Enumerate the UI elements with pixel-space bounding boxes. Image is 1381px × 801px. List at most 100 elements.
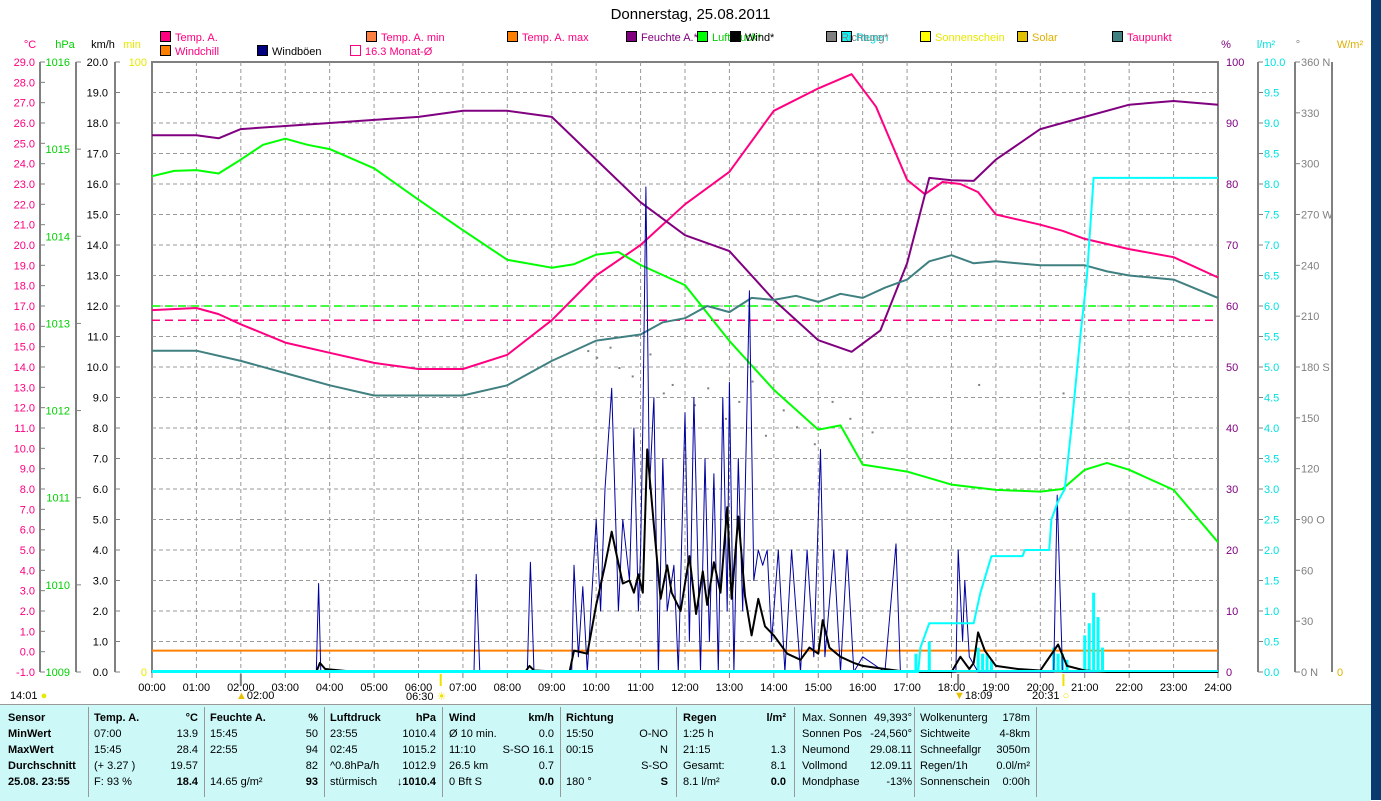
temp-tick-label: 8.0 — [20, 484, 35, 496]
stats-row: 02:45 1015.2 — [330, 742, 436, 758]
stats-row: (+ 3.27 ) 19.57 — [94, 758, 198, 774]
wind-tick-label: 17.0 — [87, 149, 108, 161]
stats-value: 29.08.11 — [869, 744, 912, 756]
x-tick-label: 01:00 — [183, 682, 211, 694]
stats-value: 13.9 — [176, 728, 198, 740]
temp-tick-label: 11.0 — [14, 423, 35, 435]
humidity-tick-label: 0 — [1226, 667, 1232, 679]
stats-value: N — [660, 744, 668, 756]
sun-tick-label: 100 — [129, 57, 147, 69]
column-divider — [676, 707, 677, 797]
stats-row: MaxWert — [8, 742, 84, 758]
moonset-arrow-icon: ▼ — [954, 690, 965, 702]
stats-value: km/h — [528, 712, 554, 724]
humidity-tick-label: 70 — [1226, 240, 1238, 252]
stats-value: 0.0 — [538, 728, 554, 740]
humidity-tick-label: 40 — [1226, 423, 1238, 435]
pressure-tick-label: 1015 — [46, 144, 70, 156]
humidity-tick-label: 50 — [1226, 362, 1238, 374]
stats-label: F: 93 % — [94, 776, 132, 788]
stats-label: 21:15 — [683, 744, 711, 756]
rain-bar — [1096, 617, 1100, 672]
direction-tick-label: 240 — [1301, 260, 1319, 272]
direction-dot — [618, 367, 621, 369]
moonrise-arrow-icon: ▲ — [236, 690, 247, 702]
rain-tick-label: 1.0 — [1264, 606, 1279, 618]
stats-label: 15:50 — [566, 728, 594, 740]
rain-tick-label: 7.5 — [1264, 210, 1279, 222]
stats-label: Wind — [449, 712, 476, 724]
x-tick-label: 13:00 — [716, 682, 744, 694]
left-time-marker: 14:01 ● — [10, 690, 47, 702]
stats-row: Wolkenunterg 178m — [920, 710, 1030, 726]
column-divider — [794, 707, 795, 797]
humidity-axis-unit: % — [1221, 39, 1231, 51]
solar-axis-unit: W/m² — [1337, 39, 1364, 51]
wind-tick-label: 18.0 — [87, 118, 108, 130]
direction-dot — [738, 400, 741, 403]
temp-tick-label: 27.0 — [14, 98, 35, 110]
x-tick-label: 04:00 — [316, 682, 344, 694]
stats-column: Temp. A. °C 07:00 13.9 15:45 28.4 (+ 3.27 ) 19.… — [94, 710, 198, 790]
temp-tick-label: 20.0 — [14, 240, 35, 252]
stats-row: 15:45 28.4 — [94, 742, 198, 758]
stats-label: Temp. A. — [94, 712, 140, 724]
temp-tick-label: 29.0 — [14, 57, 35, 69]
stats-value: 1012.9 — [402, 760, 436, 772]
stats-row: 22:55 94 — [210, 742, 318, 758]
stats-label: Luftdruck — [330, 712, 381, 724]
stats-label: 11:10 — [449, 744, 476, 756]
stats-label: Max. Sonnen — [802, 712, 867, 724]
temp-tick-label: 15.0 — [14, 342, 35, 354]
stats-astro-column: Max. Sonnen 49,393° Sonnen Pos -24,560° Neum… — [802, 710, 912, 790]
stats-value: 50 — [305, 728, 318, 740]
stats-label: Sensor — [8, 712, 46, 724]
stats-row: Sonnen Pos -24,560° — [802, 726, 912, 742]
stats-row: 00:15 N — [566, 742, 668, 758]
stats-value: 0.0 — [770, 776, 786, 788]
humidity-tick-label: 80 — [1226, 179, 1238, 191]
temp-tick-label: 24.0 — [14, 159, 35, 171]
wind-tick-label: 8.0 — [93, 423, 108, 435]
stats-column: Feuchte A.% 15:45 50 22:55 94 82 14.65 g/m² 93 — [210, 710, 318, 790]
rain-bar — [1092, 592, 1096, 672]
stats-row: F: 93 % 18.4 — [94, 774, 198, 790]
temp-tick-label: 28.0 — [14, 77, 35, 89]
direction-dot — [596, 356, 599, 359]
rain-bar — [1087, 623, 1091, 672]
temp-tick-label: 10.0 — [14, 443, 35, 455]
sunrise-icon: ☀ — [436, 691, 447, 703]
direction-tick-label: 0 N — [1301, 667, 1318, 679]
rain-axis-unit: l/m² — [1257, 39, 1276, 51]
wind-tick-label: 16.0 — [87, 179, 108, 191]
stats-value: 0.0l/m² — [996, 760, 1030, 772]
rain-tick-label: 0.0 — [1264, 667, 1279, 679]
rain-bar — [914, 653, 918, 672]
direction-tick-label: 210 — [1301, 311, 1319, 323]
rain-tick-label: 5.0 — [1264, 362, 1279, 374]
humidity-tick-label: 30 — [1226, 484, 1238, 496]
x-tick-label: 11:00 — [627, 682, 654, 694]
stats-value: -24,560° — [870, 728, 912, 740]
column-divider — [442, 707, 443, 797]
direction-tick-label: 90 O — [1301, 515, 1325, 527]
stats-row: Temp. A. °C — [94, 710, 198, 726]
stats-row: 15:45 50 — [210, 726, 318, 742]
temp-tick-label: 9.0 — [20, 464, 35, 476]
direction-tick-label: 60 — [1301, 565, 1313, 577]
rain-bar — [976, 647, 980, 672]
x-tick-label: 09:00 — [538, 682, 566, 694]
direction-dot — [796, 426, 799, 429]
wind-tick-label: 6.0 — [93, 484, 108, 496]
wind-tick-label: 2.0 — [93, 606, 108, 618]
rain-bar — [1083, 635, 1087, 672]
wind-tick-label: 5.0 — [93, 515, 108, 527]
direction-tick-label: 30 — [1301, 616, 1313, 628]
x-tick-label: 08:00 — [494, 682, 522, 694]
humidity-tick-label: 90 — [1226, 118, 1238, 130]
stats-row: 82 — [210, 758, 318, 774]
stats-value: % — [308, 712, 318, 724]
wind-axis-unit: km/h — [91, 39, 115, 51]
stats-value: 3050m — [996, 744, 1030, 756]
x-tick-label: 03:00 — [271, 682, 299, 694]
